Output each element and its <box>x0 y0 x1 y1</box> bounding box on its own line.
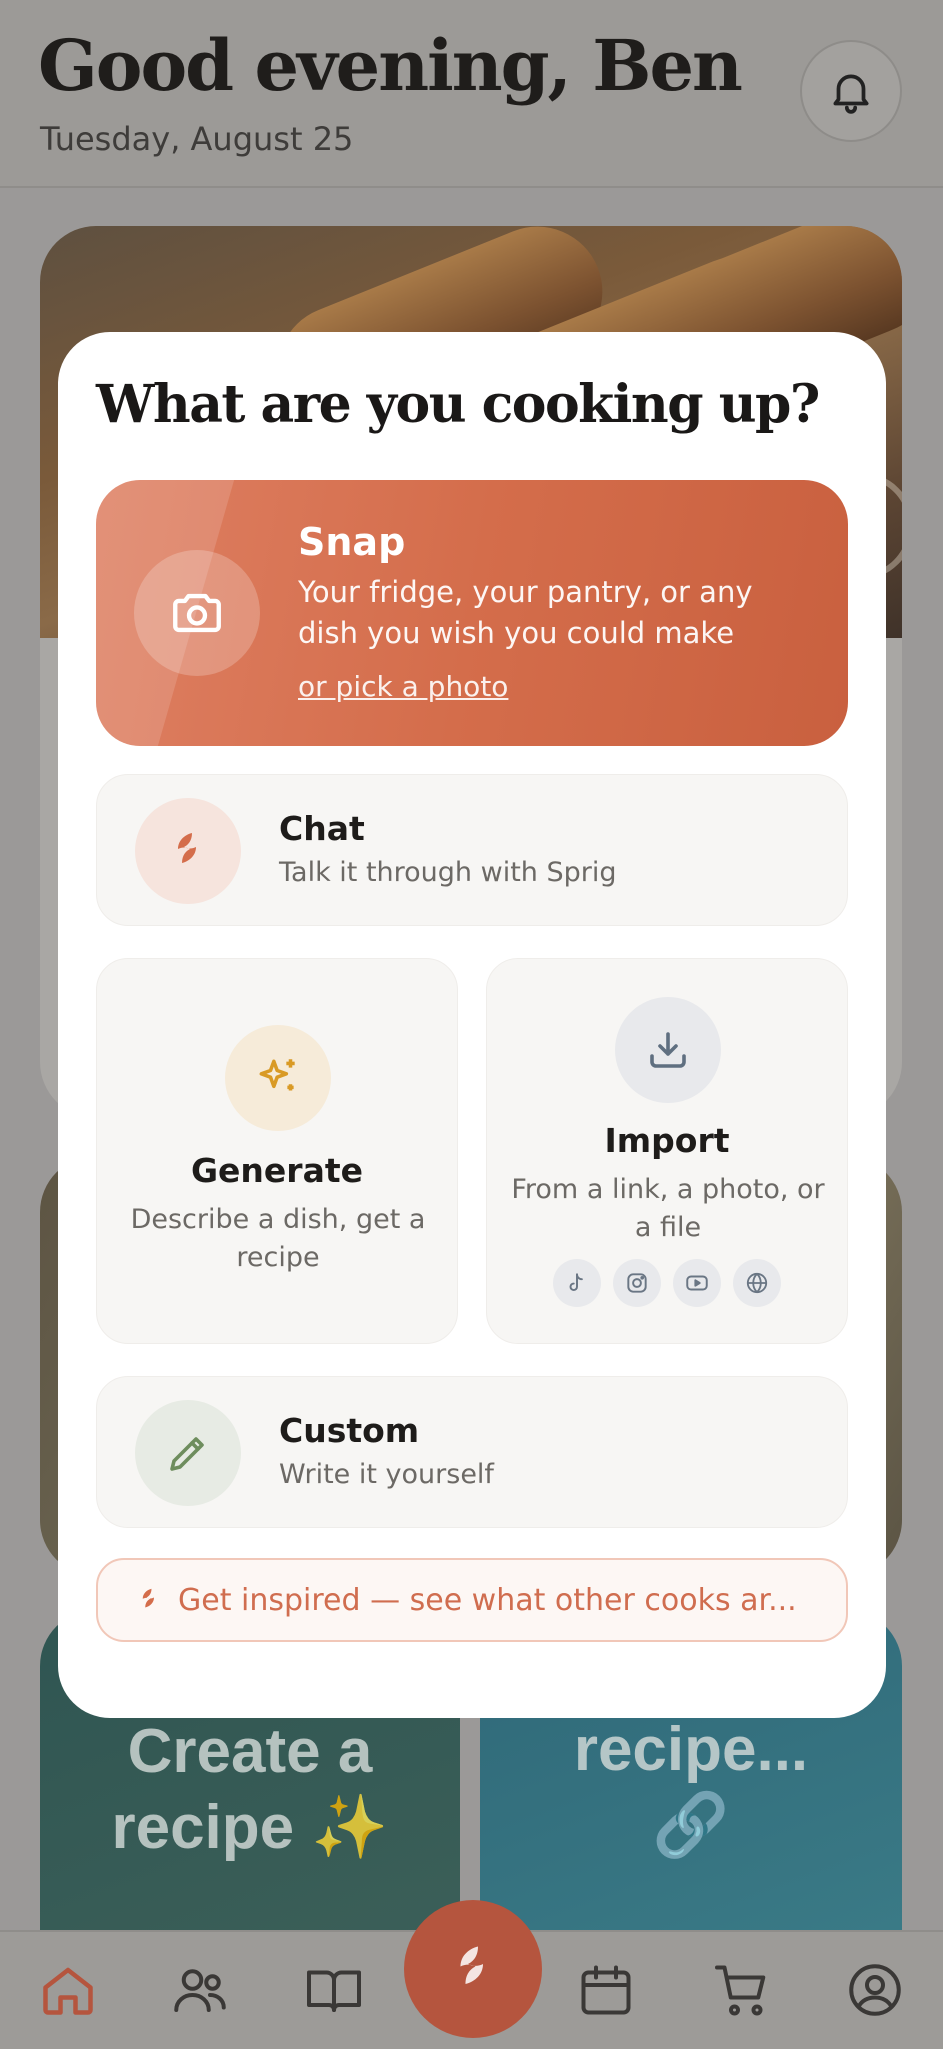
pencil-icon <box>170 1437 204 1471</box>
snap-option[interactable]: Snap Your fridge, your pantry, or any di… <box>96 480 848 746</box>
nav-planner[interactable] <box>574 1958 638 2022</box>
home-icon <box>43 1967 93 2015</box>
custom-title: Custom <box>279 1411 420 1450</box>
globe-icon <box>733 1259 781 1307</box>
snap-description: Your fridge, your pantry, or any dish yo… <box>298 575 753 650</box>
greeting-title: Good evening, Ben <box>38 24 743 107</box>
cart-icon <box>715 1965 766 2016</box>
community-icon <box>174 1969 226 2012</box>
import-icon-circle <box>615 997 721 1103</box>
notifications-button[interactable] <box>800 40 902 142</box>
generate-icon-circle <box>225 1025 331 1131</box>
chat-option[interactable]: Chat Talk it through with Sprig <box>96 774 848 926</box>
profile-icon <box>849 1964 901 2016</box>
date-label: Tuesday, August 25 <box>40 120 354 158</box>
import-title: Import <box>604 1121 730 1160</box>
import-sources <box>487 1259 847 1307</box>
nav-shopping[interactable] <box>710 1958 774 2022</box>
create-recipe-modal: What are you cooking up? Snap Your fridg… <box>58 332 886 1718</box>
import-description: From a link, a photo, or a file <box>511 1174 825 1243</box>
sparkles-icon <box>259 1059 295 1091</box>
get-inspired-button[interactable]: Get inspired — see what other cooks ar..… <box>96 1558 848 1642</box>
sprig-leaf-icon <box>142 1588 154 1608</box>
youtube-icon <box>673 1259 721 1307</box>
get-inspired-label: Get inspired — see what other cooks ar..… <box>178 1582 797 1618</box>
custom-icon-circle <box>135 1400 241 1506</box>
sprig-leaf-icon <box>178 833 196 863</box>
nav-community[interactable] <box>168 1958 232 2022</box>
create-recipe-label: Create a recipe ✨ <box>111 1717 389 1862</box>
sprig-icon <box>460 1946 483 1984</box>
modal-title: What are you cooking up? <box>96 374 820 435</box>
recipe-book-icon <box>307 1970 361 2012</box>
custom-option[interactable]: Custom Write it yourself <box>96 1376 848 1528</box>
bell-icon <box>833 74 869 114</box>
app-header: Good evening, Ben Tuesday, August 25 <box>0 0 943 188</box>
chat-description: Talk it through with Sprig <box>279 857 617 888</box>
chat-title: Chat <box>279 809 365 848</box>
chat-icon-circle <box>135 798 241 904</box>
camera-icon <box>173 593 221 633</box>
sprig-fab-button[interactable] <box>404 1900 542 2038</box>
calendar-icon <box>581 1965 631 2015</box>
snap-icon-circle <box>134 550 260 676</box>
tiktok-icon <box>553 1259 601 1307</box>
download-icon <box>650 1032 686 1068</box>
custom-description: Write it yourself <box>279 1459 494 1490</box>
pick-photo-link[interactable]: or pick a photo <box>298 670 508 703</box>
nav-recipes[interactable] <box>302 1958 366 2022</box>
generate-description: Describe a dish, get a recipe <box>130 1204 426 1273</box>
nav-profile[interactable] <box>843 1958 907 2022</box>
instagram-icon <box>613 1259 661 1307</box>
snap-title: Snap <box>298 520 406 564</box>
generate-option[interactable]: Generate Describe a dish, get a recipe <box>96 958 458 1344</box>
generate-title: Generate <box>190 1151 364 1190</box>
import-option[interactable]: Import From a link, a photo, or a file <box>486 958 848 1344</box>
nav-home[interactable] <box>36 1958 100 2022</box>
